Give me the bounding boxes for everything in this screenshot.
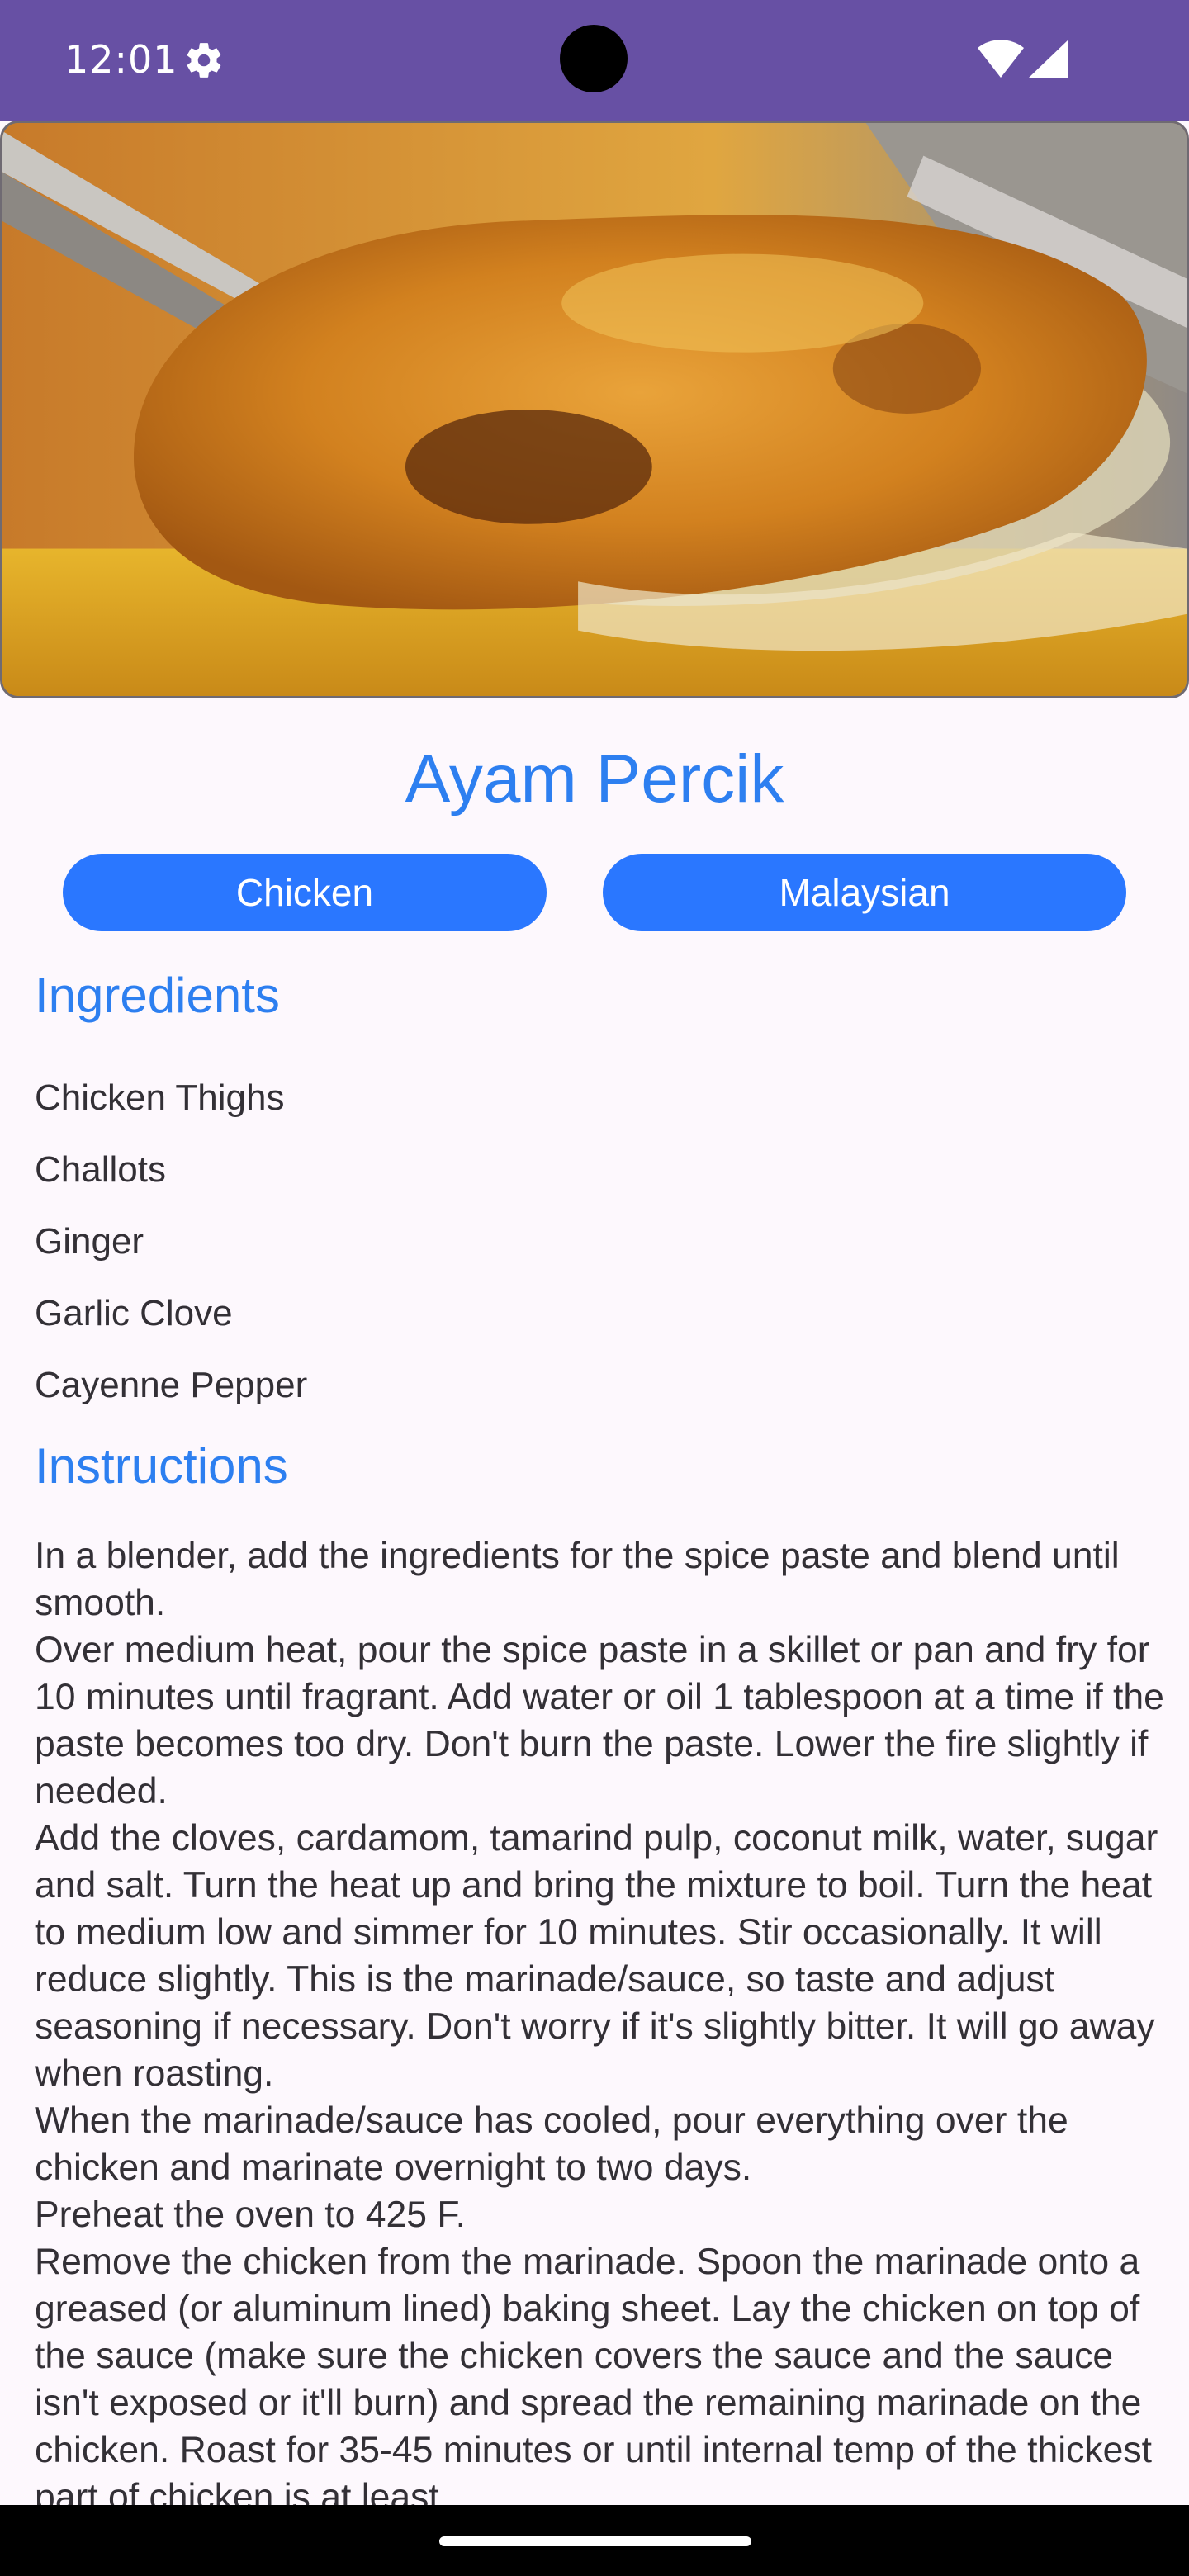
home-gesture-handle[interactable] bbox=[439, 2536, 751, 2546]
gear-icon bbox=[187, 43, 221, 78]
navigation-bar bbox=[0, 2505, 1189, 2576]
ingredient-item: Chicken Thighs bbox=[35, 1077, 285, 1118]
status-bar: 12:01 bbox=[0, 0, 1189, 121]
category-chip[interactable]: Chicken bbox=[63, 854, 547, 931]
camera-cutout bbox=[560, 25, 628, 92]
ingredient-item: Challots bbox=[35, 1149, 166, 1190]
area-chip[interactable]: Malaysian bbox=[603, 854, 1126, 931]
recipe-photo bbox=[2, 123, 1187, 696]
status-time: 12:01 bbox=[64, 37, 178, 82]
ingredient-item: Cayenne Pepper bbox=[35, 1365, 308, 1405]
ingredient-item: Ginger bbox=[35, 1221, 144, 1262]
signal-icon bbox=[1029, 40, 1068, 78]
ingredients-heading: Ingredients bbox=[35, 968, 280, 1023]
ingredient-item: Garlic Clove bbox=[35, 1293, 233, 1333]
instructions-text: In a blender, add the ingredients for th… bbox=[35, 1536, 1164, 2517]
recipe-image bbox=[0, 121, 1189, 698]
recipe-detail-screen: 12:01 Ayam Percik Chicken Malaysian Ingr… bbox=[0, 0, 1189, 2576]
instructions-heading: Instructions bbox=[35, 1438, 288, 1494]
wifi-icon bbox=[978, 40, 1024, 78]
recipe-title: Ayam Percik bbox=[405, 741, 784, 817]
ingredient-list: Chicken Thighs Challots Ginger Garlic Cl… bbox=[35, 1062, 307, 1421]
